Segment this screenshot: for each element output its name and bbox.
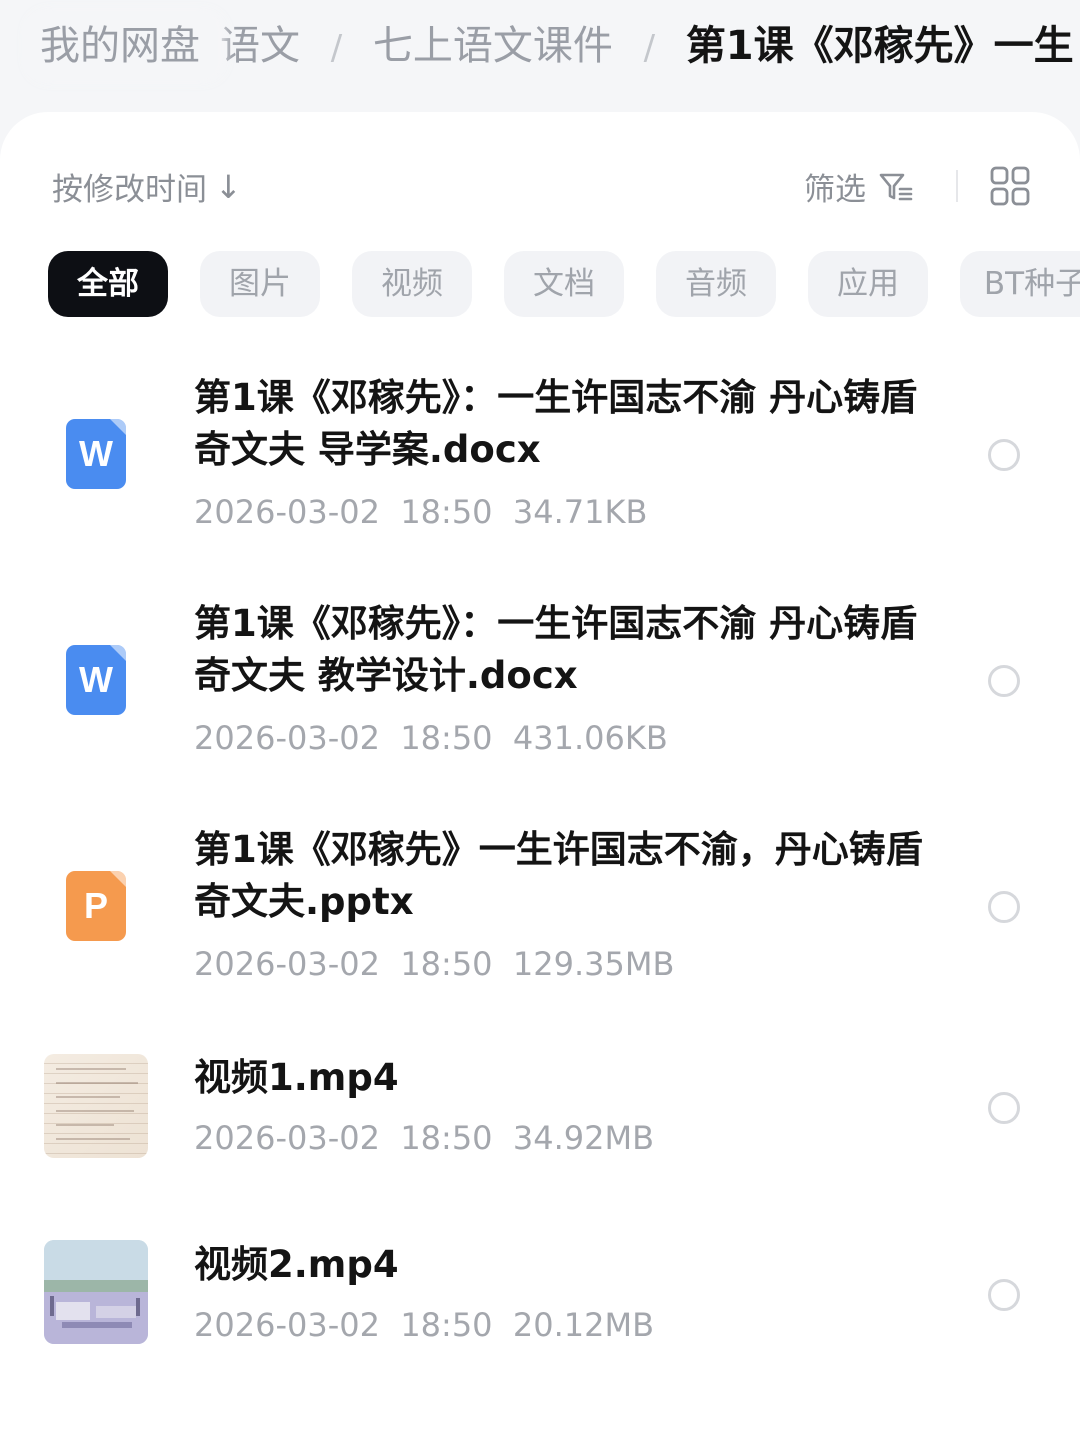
breadcrumb-separator: / <box>643 28 656 68</box>
breadcrumb-item-current: 第1课《邓稼先》一生 <box>685 23 1074 69</box>
tab-documents[interactable]: 文档 <box>504 251 624 317</box>
tab-images[interactable]: 图片 <box>200 251 320 317</box>
file-name: 第1课《邓稼先》一生许国志不渝，丹心铸盾奇文夫.pptx <box>194 828 923 923</box>
tab-apps[interactable]: 应用 <box>808 251 928 317</box>
file-date: 2026-03-02 <box>194 945 380 983</box>
file-date: 2026-03-02 <box>194 719 380 757</box>
file-size: 20.12MB <box>512 1306 655 1344</box>
breadcrumb-root-my-drive[interactable]: 我的网盘 <box>22 12 218 80</box>
file-time: 18:50 <box>400 719 493 757</box>
video-thumbnail-landscape <box>44 1240 148 1344</box>
file-list-card: 按修改时间 ↓ 筛选 全部 图片 视频 文档 音频 应用 BT种子 W 第1课《… <box>0 112 1080 1442</box>
file-date: 2026-03-02 <box>194 1306 380 1344</box>
file-row[interactable]: 视频1.mp4 2026-03-02 18:50 34.92MB <box>0 1052 1080 1162</box>
breadcrumb: 语文 / 七上语文课件 / 第1课《邓稼先》一生 我的网盘 <box>0 0 1080 100</box>
filter-label: 筛选 <box>804 172 866 208</box>
file-row[interactable]: W 第1课《邓稼先》：一生许国志不渝 丹心铸盾奇文夫 教学设计.docx 202… <box>0 598 1080 768</box>
video-thumbnail-icon <box>44 1240 148 1344</box>
sort-button[interactable]: 按修改时间 ↓ <box>52 164 242 209</box>
doc-icon-letter: P <box>83 885 108 926</box>
select-checkbox[interactable] <box>988 1092 1020 1124</box>
file-date: 2026-03-02 <box>194 493 380 531</box>
tab-audio[interactable]: 音频 <box>656 251 776 317</box>
file-time: 18:50 <box>400 1306 493 1344</box>
file-time: 18:50 <box>400 493 493 531</box>
grid-view-icon[interactable] <box>990 166 1030 206</box>
file-time: 18:50 <box>400 945 493 983</box>
file-meta: 2026-03-02 18:50 34.92MB <box>194 1118 654 1158</box>
file-size: 34.71KB <box>512 493 648 531</box>
file-row[interactable]: P 第1课《邓稼先》一生许国志不渝，丹心铸盾奇文夫.pptx 2026-03-0… <box>0 824 1080 994</box>
file-meta: 2026-03-02 18:50 34.71KB <box>194 492 647 532</box>
breadcrumb-separator: / <box>330 28 343 68</box>
file-meta: 2026-03-02 18:50 431.06KB <box>194 718 668 758</box>
ppt-doc-icon: P <box>44 853 148 957</box>
file-size: 431.06KB <box>512 719 668 757</box>
select-checkbox[interactable] <box>988 891 1020 923</box>
word-doc-icon: W <box>44 401 148 505</box>
word-doc-icon: W <box>44 627 148 731</box>
file-name: 视频1.mp4 <box>194 1056 399 1099</box>
video-thumbnail-handwritten-page <box>44 1054 148 1158</box>
toolbar-divider <box>956 170 958 202</box>
sort-arrow-icon: ↓ <box>215 167 242 206</box>
file-size: 129.35MB <box>512 945 675 983</box>
file-row[interactable]: 视频2.mp4 2026-03-02 18:50 20.12MB <box>0 1239 1080 1349</box>
file-date: 2026-03-02 <box>194 1119 380 1157</box>
select-checkbox[interactable] <box>988 665 1020 697</box>
select-checkbox[interactable] <box>988 1279 1020 1311</box>
sort-label: 按修改时间 <box>52 172 207 208</box>
doc-icon-letter: W <box>79 659 113 700</box>
breadcrumb-item-chinese[interactable]: 语文 <box>220 23 300 69</box>
file-time: 18:50 <box>400 1119 493 1157</box>
tab-videos[interactable]: 视频 <box>352 251 472 317</box>
file-meta: 2026-03-02 18:50 20.12MB <box>194 1305 654 1345</box>
category-tabs: 全部 图片 视频 文档 音频 应用 BT种子 <box>48 251 1080 317</box>
doc-icon-letter: W <box>79 433 113 474</box>
breadcrumb-item-courseware[interactable]: 七上语文课件 <box>373 23 613 69</box>
file-row[interactable]: W 第1课《邓稼先》：一生许国志不渝 丹心铸盾奇文夫 导学案.docx 2026… <box>0 372 1080 542</box>
file-name: 视频2.mp4 <box>194 1243 399 1286</box>
file-name: 第1课《邓稼先》：一生许国志不渝 丹心铸盾奇文夫 教学设计.docx <box>194 602 918 697</box>
tab-all[interactable]: 全部 <box>48 251 168 317</box>
tab-bt-seeds[interactable]: BT种子 <box>960 251 1080 317</box>
select-checkbox[interactable] <box>988 439 1020 471</box>
filter-button[interactable]: 筛选 <box>804 164 914 209</box>
file-meta: 2026-03-02 18:50 129.35MB <box>194 944 674 984</box>
breadcrumb-trail: 语文 / 七上语文课件 / 第1课《邓稼先》一生 <box>220 12 1074 80</box>
video-thumbnail-icon <box>44 1054 148 1158</box>
file-name: 第1课《邓稼先》：一生许国志不渝 丹心铸盾奇文夫 导学案.docx <box>194 376 918 471</box>
file-size: 34.92MB <box>512 1119 655 1157</box>
filter-icon <box>879 173 913 200</box>
